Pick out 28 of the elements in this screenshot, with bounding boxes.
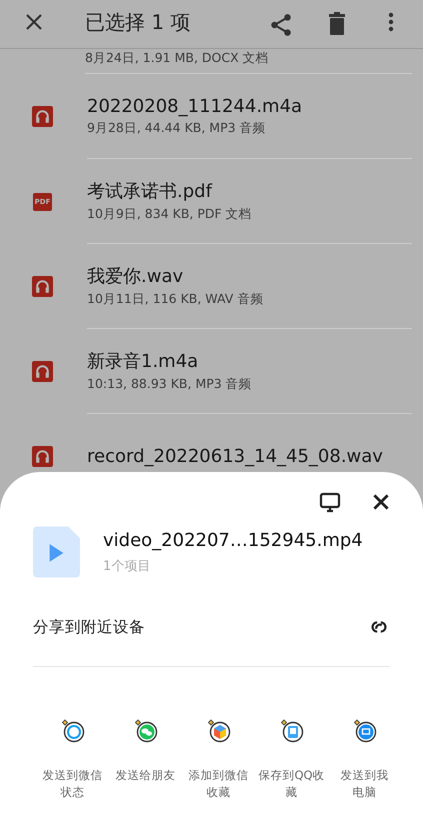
- file-name: video_202207…152945.mp4: [103, 530, 363, 550]
- file-meta: 10:13, 88.93 KB, MP3 音频: [87, 376, 252, 393]
- file-name[interactable]: 新录音1.m4a: [87, 349, 198, 373]
- file-name[interactable]: 20220208_111244.m4a: [87, 96, 302, 116]
- nearby-share-label[interactable]: 分享到附近设备: [33, 616, 145, 638]
- app-icon: [206, 719, 232, 743]
- more-icon[interactable]: [388, 12, 394, 32]
- app-icon: [278, 719, 304, 743]
- file-meta: 10月11日, 116 KB, WAV 音频: [87, 291, 264, 308]
- file-name[interactable]: 考试承诺书.pdf: [87, 179, 212, 203]
- file-meta: 10月9日, 834 KB, PDF 文档: [87, 206, 252, 223]
- item-count: 1个项目: [103, 558, 150, 574]
- app-icon: [60, 719, 86, 743]
- file-meta: 8月24日, 1.91 MB, DOCX 文档: [85, 50, 269, 67]
- file-name[interactable]: record_20220613_14_45_08.wav: [87, 446, 383, 466]
- file-name[interactable]: 我爱你.wav: [87, 264, 184, 288]
- chat-bubble-icon: [132, 719, 158, 743]
- header-title: 已选择 1 项: [85, 9, 190, 36]
- headphones-icon: [32, 276, 53, 297]
- headphones-icon: [32, 446, 53, 467]
- close-icon[interactable]: [24, 12, 44, 32]
- monitor-icon[interactable]: [319, 491, 341, 513]
- headphones-icon: [32, 106, 53, 127]
- app-icon: [352, 719, 378, 743]
- delete-icon[interactable]: [327, 12, 347, 36]
- headphones-icon: [32, 361, 53, 382]
- file-meta: 9月28日, 44.44 KB, MP3 音频: [87, 120, 266, 136]
- video-file-icon: [33, 526, 80, 578]
